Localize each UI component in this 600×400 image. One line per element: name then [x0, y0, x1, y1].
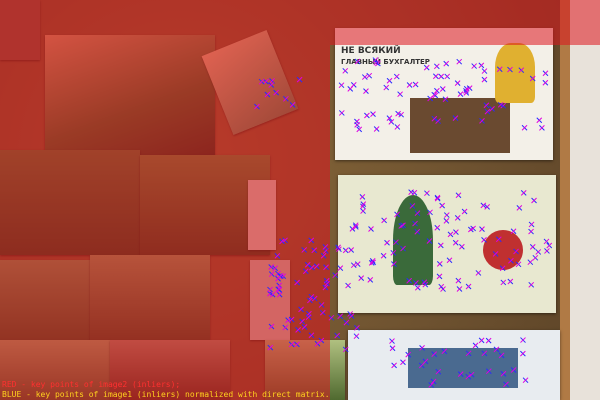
- keypoint-markers: [254, 57, 553, 388]
- legend-red-line: RED - key points of image2 (inliers);: [2, 380, 181, 389]
- legend-blue-line: BLUE - key points of image1 (inliers) no…: [2, 390, 330, 399]
- image-canvas: НЕ ВСЯКИЙ ГЛАВНЫЙ БУХГАЛТЕР RED - key po…: [0, 0, 600, 400]
